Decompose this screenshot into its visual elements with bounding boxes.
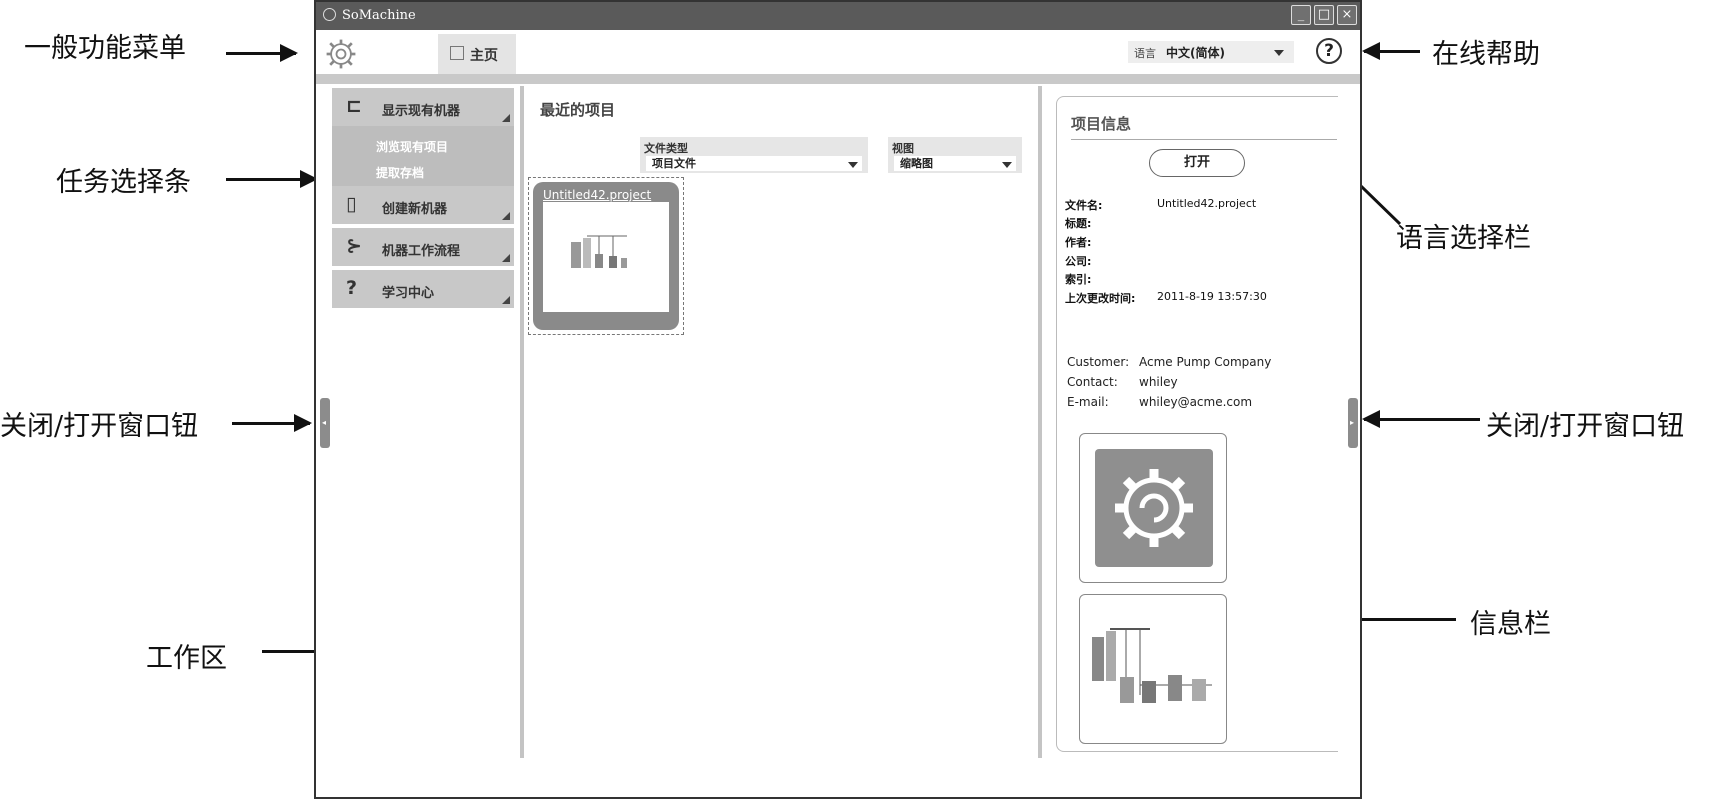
meta-row: 文件名: Untitled42.project — [1065, 197, 1257, 212]
expand-corner-icon — [502, 296, 510, 304]
customer-row: Customer: Acme Pump Company — [1067, 355, 1272, 369]
right-divider — [1038, 86, 1042, 758]
collapse-right-button[interactable]: ▸ — [1348, 398, 1358, 448]
meta-row: 上次更改时间: 2011-8-19 13:57:30 — [1065, 290, 1267, 305]
toolbar: 主页 语言 中文(简体) ? — [316, 30, 1360, 74]
annotation-arrow — [1362, 42, 1420, 60]
annotation-info-bar: 信息栏 — [1470, 609, 1551, 640]
maximize-button[interactable]: □ — [1314, 5, 1334, 25]
annotation-close-open-right: 关闭/打开窗口钮 — [1486, 411, 1685, 442]
meta-row: 作者: — [1065, 236, 1092, 249]
workflow-icon: ⊱ — [346, 235, 362, 257]
meta-row: 索引: — [1065, 273, 1092, 286]
view-value: 缩略图 — [894, 156, 1016, 171]
minimize-button[interactable]: _ — [1291, 5, 1311, 25]
annotation-arrow — [1362, 410, 1480, 428]
view-select[interactable]: 视图 缩略图 — [888, 137, 1022, 173]
task-label: 创建新机器 — [382, 202, 448, 217]
expand-corner-icon — [502, 254, 510, 262]
project-preview-image — [543, 202, 669, 312]
annotation-online-help: 在线帮助 — [1432, 39, 1540, 70]
info-title: 项目信息 — [1071, 115, 1132, 133]
expand-corner-icon — [502, 114, 510, 122]
project-name[interactable]: Untitled42.project — [543, 188, 651, 202]
info-divider — [1071, 139, 1337, 140]
contact-row: Contact: whiley — [1067, 375, 1178, 389]
machine-diagram-image — [1079, 594, 1227, 744]
recent-projects-title: 最近的项目 — [540, 101, 616, 119]
home-icon — [450, 46, 464, 60]
meta-row: 标题: — [1065, 217, 1092, 230]
annotation-task-bar: 任务选择条 — [56, 167, 191, 198]
help-button[interactable]: ? — [1316, 38, 1342, 64]
app-icon — [323, 8, 336, 21]
app-window: SoMachine _ □ × 主页 语言 中文(简体) ? ⊏ 显示现有机器 … — [314, 0, 1362, 799]
annotation-arrow — [226, 170, 318, 188]
project-thumbnail[interactable]: Untitled42.project — [528, 177, 684, 335]
gear-icon[interactable] — [322, 36, 360, 72]
open-button[interactable]: 打开 — [1149, 149, 1245, 177]
task-workflow[interactable]: ⊱ 机器工作流程 — [332, 228, 514, 266]
annotation-work-area: 工作区 — [146, 643, 227, 674]
task-create-new[interactable]: ▯ 创建新机器 — [332, 186, 514, 224]
window-title: SoMachine — [342, 8, 416, 23]
folder-open-icon: ⊏ — [346, 95, 362, 117]
language-value: 中文(简体) — [1166, 46, 1225, 60]
subitem-browse-projects[interactable]: 浏览现有项目 — [376, 138, 448, 155]
info-panel: 项目信息 打开 文件名: Untitled42.project 标题: 作者: 公… — [1056, 96, 1338, 752]
view-label: 视图 — [892, 142, 914, 155]
annotation-language-bar: 语言选择栏 — [1396, 223, 1531, 254]
task-learning-center[interactable]: ? 学习中心 — [332, 270, 514, 308]
filetype-value: 项目文件 — [646, 156, 862, 171]
chevron-down-icon — [848, 162, 858, 168]
question-icon: ? — [346, 277, 358, 299]
project-card: Untitled42.project — [533, 182, 679, 330]
annotation-close-open-left: 关闭/打开窗口钮 — [0, 411, 199, 442]
task-label: 机器工作流程 — [382, 244, 461, 259]
gear-icon — [1095, 449, 1213, 567]
language-select[interactable]: 语言 中文(简体) — [1128, 41, 1294, 63]
machine-logo-image — [1079, 433, 1227, 583]
tab-home-label: 主页 — [470, 48, 498, 64]
collapse-left-button[interactable]: ◂ — [320, 398, 330, 448]
new-document-icon: ▯ — [346, 193, 357, 215]
chevron-down-icon — [1274, 50, 1284, 56]
task-show-existing[interactable]: ⊏ 显示现有机器 — [332, 88, 514, 126]
filetype-label: 文件类型 — [644, 142, 688, 155]
task-subitems: 浏览现有项目 提取存档 — [332, 126, 514, 186]
annotation-general-menu: 一般功能菜单 — [24, 33, 186, 64]
annotation-arrow — [226, 44, 298, 62]
toolbar-divider — [316, 74, 1360, 84]
tab-home[interactable]: 主页 — [438, 34, 516, 74]
language-label: 语言 — [1134, 47, 1156, 60]
close-button[interactable]: × — [1337, 5, 1357, 25]
filetype-select[interactable]: 文件类型 项目文件 — [640, 137, 868, 173]
task-label: 学习中心 — [382, 286, 435, 301]
chevron-down-icon — [1002, 162, 1012, 168]
expand-corner-icon — [502, 212, 510, 220]
left-divider — [520, 86, 524, 758]
email-row: E-mail: whiley@acme.com — [1067, 395, 1253, 409]
annotation-arrow — [232, 414, 312, 432]
title-bar: SoMachine _ □ × — [316, 2, 1360, 30]
task-label: 显示现有机器 — [382, 104, 461, 119]
meta-row: 公司: — [1065, 255, 1092, 268]
subitem-extract-archive[interactable]: 提取存档 — [376, 164, 424, 181]
